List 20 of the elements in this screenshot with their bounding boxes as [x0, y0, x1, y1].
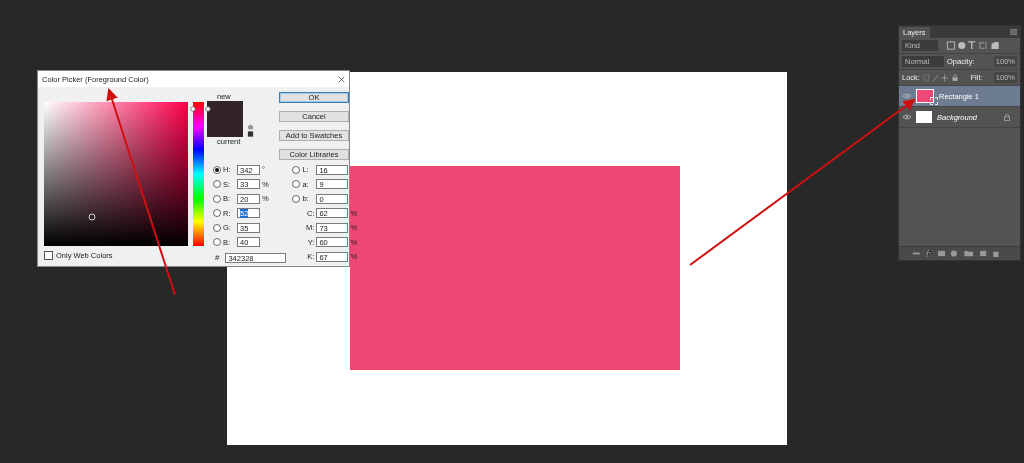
- radio-button[interactable]: [213, 194, 221, 203]
- radio-button[interactable]: [213, 223, 221, 232]
- cube-icon[interactable]: [247, 124, 254, 137]
- radio-button[interactable]: [292, 180, 301, 189]
- radio-button[interactable]: [213, 180, 221, 189]
- color-swatch: [207, 101, 243, 137]
- saturation-brightness-field[interactable]: [44, 102, 188, 246]
- layer-thumbnail: [916, 111, 932, 123]
- picker-marker[interactable]: [88, 213, 95, 221]
- close-icon[interactable]: [338, 75, 345, 83]
- slider-thumb[interactable]: [190, 106, 211, 113]
- radio-button[interactable]: [213, 238, 221, 247]
- eye-icon[interactable]: [903, 114, 911, 120]
- hex-label: #: [215, 253, 220, 263]
- radio-button[interactable]: [213, 165, 221, 174]
- lock-icons[interactable]: [922, 73, 959, 82]
- radio-button[interactable]: [292, 194, 301, 203]
- radio-button[interactable]: [292, 165, 301, 174]
- checkbox[interactable]: [44, 251, 53, 260]
- radio-button[interactable]: [213, 209, 221, 218]
